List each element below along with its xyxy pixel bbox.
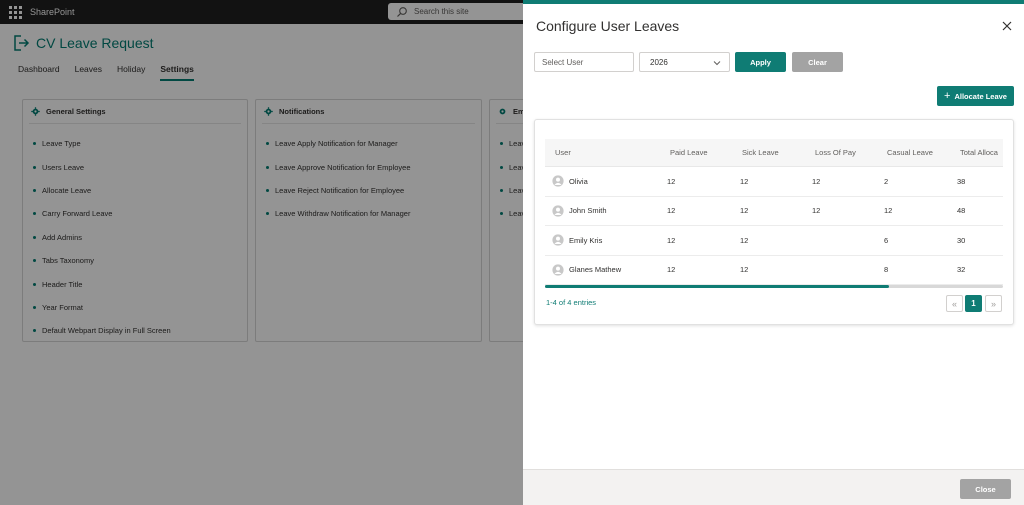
column-header[interactable]: Loss Of Pay <box>815 139 856 166</box>
scrollbar-thumb[interactable] <box>545 285 889 288</box>
clear-button[interactable]: Clear <box>792 52 843 72</box>
allocate-leave-label: Allocate Leave <box>954 91 1007 101</box>
table-row[interactable]: Emily Kris 12 12 6 30 <box>545 226 1003 256</box>
next-page-button[interactable]: » <box>985 295 1002 312</box>
plus-icon: + <box>944 89 951 102</box>
table-header: User Paid Leave Sick Leave Loss Of Pay C… <box>545 139 1003 167</box>
total-allocated-cell: 32 <box>957 265 966 275</box>
close-icon[interactable] <box>1001 20 1013 32</box>
user-name: Olivia <box>569 176 588 186</box>
loss-of-pay-cell: 12 <box>812 206 821 216</box>
column-header[interactable]: Casual Leave <box>887 139 933 166</box>
paid-leave-cell: 12 <box>667 265 676 275</box>
user-leaves-table-card: User Paid Leave Sick Leave Loss Of Pay C… <box>534 119 1014 325</box>
page-1-button[interactable]: 1 <box>965 295 982 312</box>
column-header[interactable]: Sick Leave <box>742 139 779 166</box>
user-name: Glanes Mathew <box>569 265 622 275</box>
table-row[interactable]: Olivia 12 12 12 2 38 <box>545 167 1003 197</box>
total-allocated-cell: 48 <box>957 206 966 216</box>
panel-footer: Close <box>523 469 1024 505</box>
configure-user-leaves-panel: Configure User Leaves Select User 2026 A… <box>523 0 1024 505</box>
year-value: 2026 <box>650 57 668 67</box>
user-avatar-icon <box>552 205 564 217</box>
casual-leave-cell: 8 <box>884 265 889 275</box>
year-dropdown[interactable]: 2026 <box>639 52 730 72</box>
close-button[interactable]: Close <box>960 479 1011 499</box>
chevron-down-icon <box>713 61 721 66</box>
panel-title: Configure User Leaves <box>536 18 680 34</box>
entries-count: 1-4 of 4 entries <box>546 298 597 307</box>
table-row[interactable]: John Smith 12 12 12 12 48 <box>545 197 1003 226</box>
user-leaves-grid[interactable]: User Paid Leave Sick Leave Loss Of Pay C… <box>545 139 1003 286</box>
user-avatar-icon <box>552 175 564 187</box>
sick-leave-cell: 12 <box>740 265 749 275</box>
select-user-input[interactable]: Select User <box>534 52 634 72</box>
casual-leave-cell: 12 <box>884 206 893 216</box>
casual-leave-cell: 2 <box>884 176 889 186</box>
user-avatar-icon <box>552 264 564 276</box>
user-name: John Smith <box>569 206 607 216</box>
table-row[interactable]: Glanes Mathew 12 12 8 32 <box>545 256 1003 285</box>
paid-leave-cell: 12 <box>667 206 676 216</box>
loss-of-pay-cell: 12 <box>812 176 821 186</box>
column-header[interactable]: Total Alloca <box>960 139 998 166</box>
casual-leave-cell: 6 <box>884 235 889 245</box>
total-allocated-cell: 30 <box>957 235 966 245</box>
sick-leave-cell: 12 <box>740 176 749 186</box>
apply-button[interactable]: Apply <box>735 52 786 72</box>
user-name: Emily Kris <box>569 235 603 245</box>
paid-leave-cell: 12 <box>667 235 676 245</box>
total-allocated-cell: 38 <box>957 176 966 186</box>
column-header[interactable]: User <box>555 139 571 166</box>
allocate-leave-button[interactable]: + Allocate Leave <box>937 86 1014 106</box>
sick-leave-cell: 12 <box>740 206 749 216</box>
user-avatar-icon <box>552 234 564 246</box>
horizontal-scrollbar[interactable] <box>545 285 1003 288</box>
sick-leave-cell: 12 <box>740 235 749 245</box>
column-header[interactable]: Paid Leave <box>670 139 708 166</box>
previous-page-button[interactable]: « <box>946 295 963 312</box>
paid-leave-cell: 12 <box>667 176 676 186</box>
